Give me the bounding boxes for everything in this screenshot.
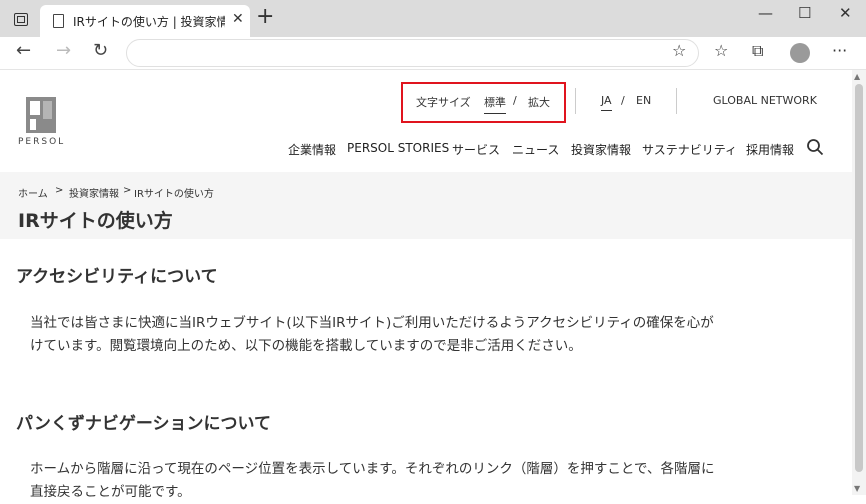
page-icon bbox=[53, 14, 64, 28]
nav-recruit[interactable]: 採用情報 bbox=[746, 141, 794, 158]
nav-persol-stories[interactable]: PERSOL STORIES bbox=[347, 141, 449, 155]
collections-icon[interactable]: ⧉ bbox=[752, 41, 763, 61]
logo-text: PERSOL bbox=[18, 137, 66, 147]
minimize-icon[interactable]: — bbox=[758, 4, 773, 22]
nav-investors[interactable]: 投資家情報 bbox=[571, 141, 631, 158]
close-window-icon[interactable]: ✕ bbox=[839, 4, 852, 22]
tab-close-icon[interactable]: ✕ bbox=[232, 11, 244, 27]
nav-corporate[interactable]: 企業情報 bbox=[288, 141, 336, 158]
global-network-link[interactable]: GLOBAL NETWORK bbox=[713, 94, 817, 107]
reload-icon[interactable]: ↻ bbox=[93, 40, 108, 61]
nav-news[interactable]: ニュース bbox=[512, 141, 559, 158]
paragraph-line: ホームから階層に沿って現在のページ位置を表示しています。それぞれのリンク（階層）… bbox=[30, 461, 715, 477]
more-menu-icon[interactable]: ··· bbox=[832, 41, 847, 60]
back-icon[interactable]: ← bbox=[16, 40, 31, 61]
add-favorite-icon[interactable]: ☆ bbox=[672, 41, 686, 60]
scroll-up-icon[interactable]: ▲ bbox=[854, 72, 860, 81]
nav-services[interactable]: サービス bbox=[452, 141, 500, 158]
paragraph-line: けています。閲覧環境向上のため、以下の機能を搭載していますので是非ご活用ください… bbox=[30, 338, 582, 354]
maximize-icon[interactable]: ☐ bbox=[798, 4, 811, 22]
tab-title: IRサイトの使い方 | 投資家情報 | PE bbox=[73, 15, 225, 29]
forward-icon[interactable]: → bbox=[56, 40, 71, 61]
persol-logo-icon[interactable] bbox=[26, 97, 56, 133]
favorites-icon[interactable]: ☆ bbox=[714, 41, 728, 60]
section-paragraph: ホームから階層に沿って現在のページ位置を表示しています。それぞれのリンク（階層）… bbox=[30, 458, 770, 504]
section-paragraph: 当社では皆さまに快適に当IRウェブサイト(以下当IRサイト)ご利用いただけるよう… bbox=[30, 312, 770, 358]
browser-tab[interactable]: IRサイトの使い方 | 投資家情報 | PE ✕ bbox=[40, 5, 250, 37]
font-size-highlight-box bbox=[401, 82, 566, 123]
section-heading-breadcrumb: パンくずナビゲーションについて bbox=[16, 414, 271, 434]
profile-avatar[interactable] bbox=[790, 43, 810, 63]
lang-ja-link[interactable]: JA bbox=[601, 94, 612, 111]
nav-sustainability[interactable]: サステナビリティ bbox=[642, 141, 737, 158]
browser-toolbar: ← → ↻ ☆ ☆ ⧉ ··· bbox=[0, 37, 866, 70]
paragraph-line: 当社では皆さまに快適に当IRウェブサイト(以下当IRサイト)ご利用いただけるよう… bbox=[30, 315, 714, 331]
divider bbox=[676, 88, 677, 114]
paragraph-line: 直接戻ることが可能です。 bbox=[30, 484, 191, 500]
window-menu-icon[interactable] bbox=[14, 13, 28, 26]
divider bbox=[575, 88, 576, 114]
breadcrumb-current: IRサイトの使い方 bbox=[134, 189, 214, 200]
lang-en-link[interactable]: EN bbox=[636, 94, 651, 107]
search-icon[interactable] bbox=[806, 138, 824, 156]
new-tab-icon[interactable]: + bbox=[256, 6, 274, 28]
breadcrumb-separator: > bbox=[123, 185, 132, 196]
scroll-down-icon[interactable]: ▼ bbox=[854, 484, 860, 493]
address-bar[interactable] bbox=[126, 39, 699, 67]
breadcrumb-home[interactable]: ホーム bbox=[18, 185, 48, 200]
page-title: IRサイトの使い方 bbox=[18, 210, 173, 232]
breadcrumb-investors[interactable]: 投資家情報 bbox=[69, 185, 119, 200]
breadcrumb-separator: > bbox=[55, 185, 64, 196]
tab-bar: IRサイトの使い方 | 投資家情報 | PE ✕ + — ☐ ✕ bbox=[0, 0, 866, 37]
lang-separator: / bbox=[621, 94, 625, 107]
scrollbar-thumb[interactable] bbox=[855, 84, 863, 472]
section-heading-accessibility: アクセシビリティについて bbox=[16, 267, 218, 287]
